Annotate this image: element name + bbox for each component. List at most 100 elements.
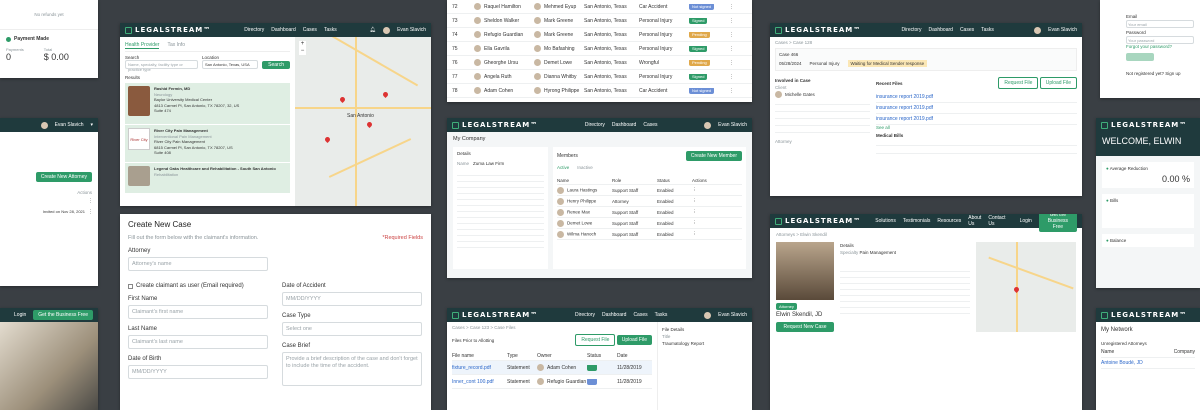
file-name[interactable]: Inner_cont 100.pdf [452, 379, 507, 385]
nav-dashboard[interactable]: Dashboard [602, 312, 626, 318]
breadcrumb[interactable]: Attorneys > Elwin Skendil [776, 232, 1076, 237]
more-icon[interactable]: ⋮ [88, 209, 93, 215]
table-row[interactable]: fixture_record.pdf Statement Adam Cohen 11… [452, 361, 652, 375]
table-row[interactable]: 77 Angela Ruth Dianna Whitby San Antonio, T… [447, 70, 752, 84]
result-name[interactable]: Legend Oaks Healthcare and Rehabilitatio… [154, 166, 276, 171]
client-name[interactable]: Michelle Gates [785, 92, 815, 97]
table-row[interactable]: Laura Hastings Support Staff Enabled ⋮ [557, 185, 742, 196]
login-button[interactable] [1126, 53, 1154, 61]
nav-cases[interactable]: Cases [633, 312, 647, 318]
logo[interactable]: LEGALSTREAM™ [775, 26, 861, 34]
result-card[interactable]: Legend Oaks Healthcare and Rehabilitatio… [125, 163, 290, 193]
more-icon[interactable]: ⋮ [729, 4, 734, 10]
chevron-down-icon[interactable]: ▾ [90, 122, 93, 128]
case-brief-textarea[interactable]: Provide a brief description of the case … [282, 352, 422, 386]
tab-inactive[interactable]: Inactive [577, 165, 593, 170]
create-attorney-button[interactable]: Create New Attorney [35, 172, 92, 182]
more-icon[interactable]: ⋮ [729, 60, 734, 66]
table-row[interactable]: 73 Sheldon Walker Mark Greene San Antonio, … [447, 14, 752, 28]
search-input[interactable]: Name, specialty, facility type or practi… [125, 60, 198, 72]
file-link[interactable]: insurance report 2019.pdf [876, 116, 933, 122]
user-name[interactable]: Evan Slavich [718, 312, 747, 318]
map[interactable] [976, 242, 1076, 332]
member-name[interactable]: Wilma Hanoch [567, 231, 596, 236]
nav-cases[interactable]: Cases [960, 27, 974, 33]
nav-directory[interactable]: Directory [575, 312, 595, 318]
more-icon[interactable]: ⋮ [729, 32, 734, 38]
member-status[interactable]: Enabled [657, 221, 692, 226]
email-input[interactable]: Your email [1126, 20, 1194, 28]
attorney-link[interactable]: Antoine Boudé, JD [1101, 360, 1143, 367]
result-name[interactable]: River City Pain Management [154, 128, 208, 133]
accident-date-input[interactable]: MM/DD/YYYY [282, 292, 422, 306]
file-row[interactable]: insurance report 2019.pdf [876, 103, 1077, 114]
logo[interactable]: LEGALSTREAM™ [452, 121, 538, 129]
nav-directory[interactable]: Directory [244, 27, 264, 33]
last-name-input[interactable]: Claimant's last name [128, 335, 268, 349]
table-row[interactable]: 72 Raquel Hamilton Mehmed Eyup San Antonio,… [447, 0, 752, 14]
dob-input[interactable]: MM/DD/YYYY [128, 365, 268, 379]
nav-tasks[interactable]: Tasks [324, 27, 337, 33]
table-row[interactable]: 75 Ella Gavrila Mo Bafashing San Antonio, T… [447, 42, 752, 56]
case-type-select[interactable]: Select one [282, 322, 422, 336]
nav-testimonials[interactable]: Testimonials [903, 218, 931, 224]
client-name[interactable]: Angela Ruth [484, 74, 512, 80]
tab-tax-info[interactable]: Tax Info [167, 42, 185, 49]
create-user-checkbox[interactable] [128, 283, 133, 289]
nav-cases[interactable]: Cases [303, 27, 317, 33]
table-row[interactable]: 78 Adam Cohen Hyrong Philippe San Antonio, … [447, 84, 752, 98]
map-pin[interactable] [323, 135, 332, 144]
login-link[interactable]: Login [14, 312, 26, 318]
more-icon[interactable]: ⋮ [88, 198, 93, 204]
avatar[interactable] [40, 121, 48, 129]
avatar[interactable] [704, 121, 712, 129]
logo[interactable]: LEGALSTREAM™ [125, 26, 211, 34]
nav-dashboard[interactable]: Dashboard [271, 27, 295, 33]
nav-contact[interactable]: Contact Us [988, 215, 1005, 227]
more-icon[interactable]: ⋮ [729, 46, 734, 52]
member-name[interactable]: Demet Lowe [567, 220, 592, 225]
tab-health-provider[interactable]: Health Provider [125, 42, 160, 49]
client-name[interactable]: Adam Cohen [484, 88, 513, 94]
nav-about[interactable]: About Us [968, 215, 981, 227]
map-pin[interactable] [338, 95, 347, 104]
member-status[interactable]: Enabled [657, 210, 692, 215]
request-file-button[interactable]: Request File [575, 334, 616, 346]
member-status[interactable]: Enabled [657, 232, 692, 237]
first-name-input[interactable]: Claimant's first name [128, 305, 268, 319]
more-icon[interactable]: ⋮ [692, 209, 697, 215]
user-name[interactable]: Evan Slavich [1048, 27, 1077, 33]
table-row[interactable]: 76 Gheorghe Ursu Demet Lowe San Antonio, Te… [447, 56, 752, 70]
get-free-button[interactable]: Get the Business Free [1038, 214, 1077, 232]
avatar[interactable] [383, 26, 391, 34]
nav-dashboard[interactable]: Dashboard [612, 122, 636, 128]
search-button[interactable]: Search [262, 61, 290, 69]
client-name[interactable]: Raquel Hamilton [484, 4, 521, 10]
table-row[interactable]: 74 Refugio Guardian Mark Greene San Antonio… [447, 28, 752, 42]
more-icon[interactable]: ⋮ [692, 198, 697, 204]
member-name[interactable]: Henry Philippe [567, 198, 596, 203]
user-name[interactable]: Evan Slavich [718, 122, 747, 128]
breadcrumb[interactable]: Cases > Case 123 > Case Files [452, 325, 652, 330]
file-name[interactable]: fixture_record.pdf [452, 365, 507, 371]
nav-directory[interactable]: Directory [585, 122, 605, 128]
map-pin[interactable] [365, 120, 374, 129]
avatar[interactable] [1034, 26, 1042, 34]
table-row[interactable]: Demet Lowe Support Staff Enabled ⋮ [557, 218, 742, 229]
location-input[interactable]: San Antonio, Texas, USA [202, 60, 259, 69]
member-status[interactable]: Enabled [657, 199, 692, 204]
more-icon[interactable]: ⋮ [692, 187, 697, 193]
password-input[interactable]: Your password [1126, 36, 1194, 44]
table-row[interactable]: Inner_cont 100.pdf Statement Refugio Guard… [452, 375, 652, 389]
member-name[interactable]: Laura Hastings [567, 187, 597, 192]
breadcrumb[interactable]: Cases > Case 128 [775, 40, 1077, 45]
map-pin[interactable] [381, 90, 390, 99]
logo[interactable]: LEGALSTREAM™ [1101, 121, 1187, 129]
more-icon[interactable]: ⋮ [692, 231, 697, 237]
nav-tasks[interactable]: Tasks [655, 312, 668, 318]
map-pin[interactable] [1012, 285, 1021, 294]
table-row[interactable]: Henry Philippe Attorney Enabled ⋮ [557, 196, 742, 207]
login-link[interactable]: Login [1020, 218, 1032, 224]
attorney-input[interactable]: Attorney's name [128, 257, 268, 271]
bell-icon[interactable]: 🔔︎ [370, 27, 376, 33]
